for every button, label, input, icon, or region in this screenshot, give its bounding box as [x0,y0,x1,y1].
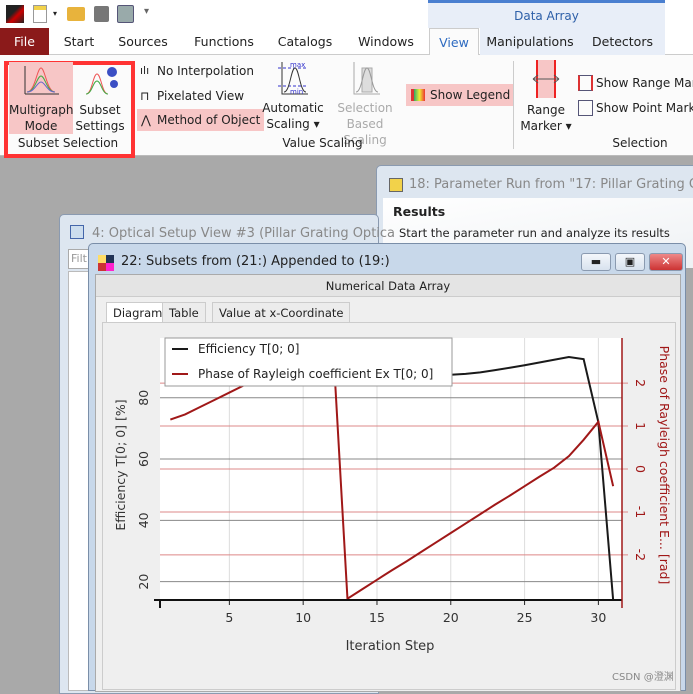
y-tick-label: 20 [136,574,151,590]
y-tick-label: 80 [136,390,151,406]
x-tick-label: 20 [443,610,459,625]
y2-axis-label: Phase of Rayleigh coefficient E... [rad] [657,346,672,585]
chart[interactable]: 5 10 15 20 25 3020406080210-1-2 Iteration Ste… [0,0,693,691]
y-axis-label: Efficiency T[0; 0] [%] [113,399,128,530]
x-tick-label: 30 [590,610,606,625]
y-tick-label: 60 [136,451,151,467]
y2-tick-label: 0 [633,465,648,473]
y2-tick-label: -1 [633,506,648,518]
y2-tick-label: 1 [633,422,648,430]
x-tick-label: 10 [295,610,311,625]
legend-label-efficiency: Efficiency T[0; 0] [198,342,299,356]
legend: Efficiency T[0; 0] Phase of Rayleigh coe… [164,337,453,387]
x-tick-label: 5 [225,610,233,625]
x-tick-label: 25 [517,610,533,625]
x-tick-label: 15 [369,610,385,625]
y2-tick-label: -2 [633,549,648,561]
watermark: CSDN @澄渊 [612,672,674,683]
x-axis-label: Iteration Step [346,639,435,654]
y-tick-label: 40 [136,512,151,528]
y2-tick-label: 2 [633,379,648,387]
legend-label-phase: Phase of Rayleigh coefficient Ex T[0; 0] [198,367,433,381]
